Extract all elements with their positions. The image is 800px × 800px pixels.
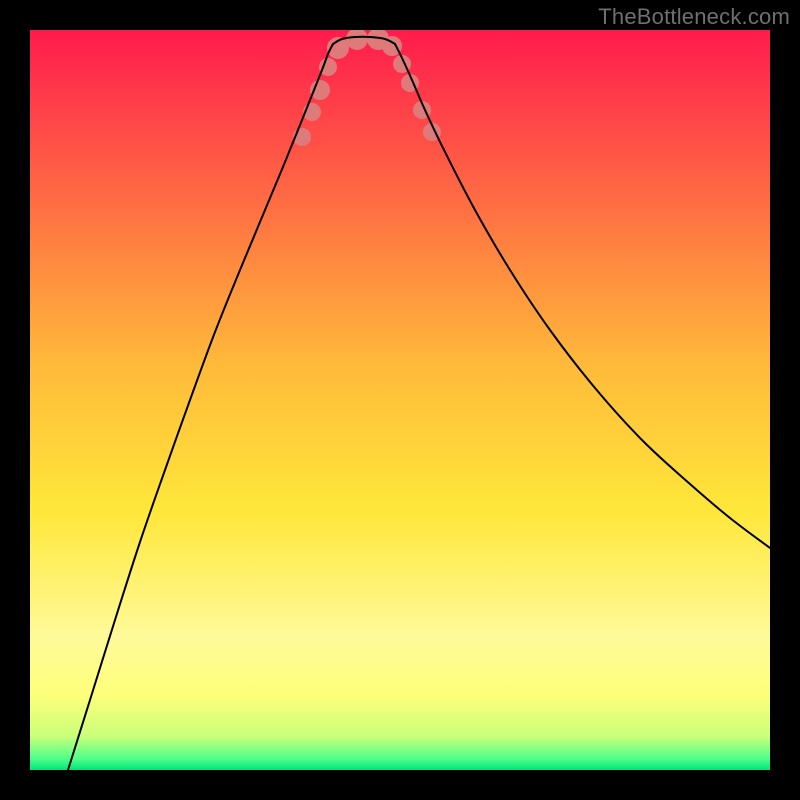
plot-area bbox=[30, 30, 770, 770]
chart-svg bbox=[30, 30, 770, 770]
gradient-background bbox=[30, 30, 770, 770]
chart-frame: TheBottleneck.com bbox=[0, 0, 800, 800]
attribution-label: TheBottleneck.com bbox=[598, 4, 790, 30]
